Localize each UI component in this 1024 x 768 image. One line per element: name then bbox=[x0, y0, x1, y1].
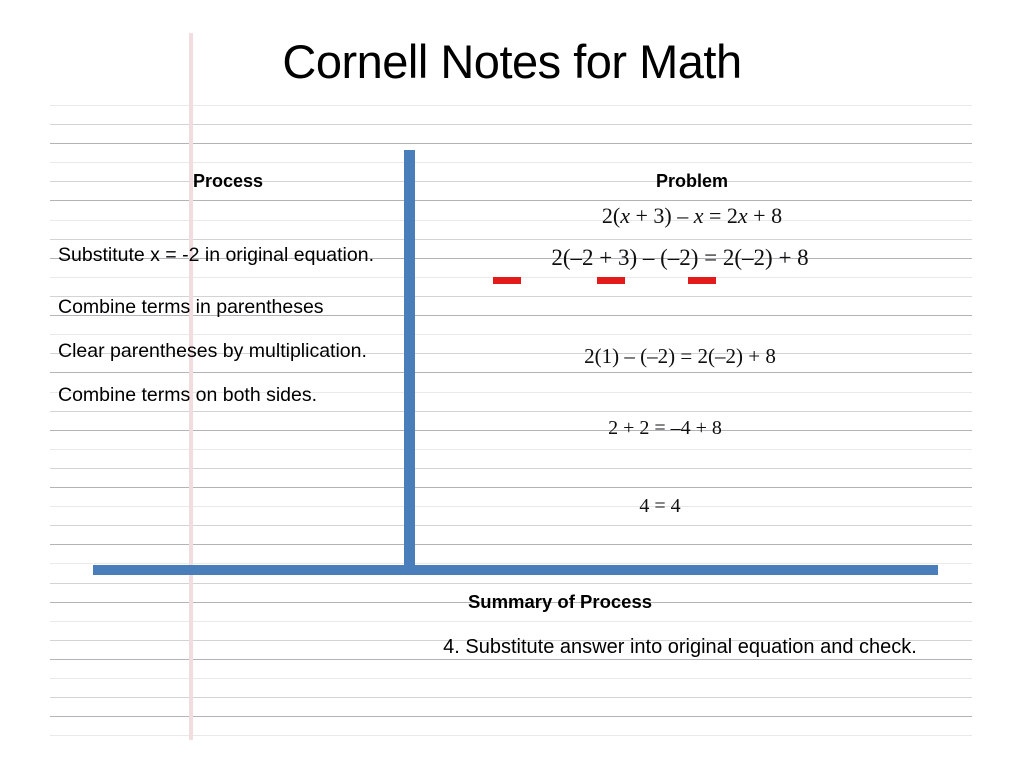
substituted-value-mark-3 bbox=[688, 277, 716, 284]
process-column-header: Process bbox=[192, 171, 264, 191]
equation-line-2: 2(–2 + 3) – (–2) = 2(–2) + 8 bbox=[551, 245, 809, 270]
process-step-2: Combine terms in parentheses bbox=[58, 296, 324, 318]
equation-line-5: 4 = 4 bbox=[639, 495, 681, 517]
process-step-1: Substitute x = -2 in original equation. bbox=[58, 244, 374, 266]
process-step-3: Clear parentheses by multiplication. bbox=[58, 340, 367, 362]
summary-body: 4. Substitute answer into original equat… bbox=[443, 636, 917, 658]
process-step-4: Combine terms on both sides. bbox=[58, 384, 318, 406]
problem-column-header: Problem bbox=[655, 171, 729, 191]
cornell-horizontal-divider bbox=[93, 565, 938, 575]
equation-line-4: 2 + 2 = –4 + 8 bbox=[608, 417, 722, 439]
page-title: Cornell Notes for Math bbox=[282, 35, 742, 88]
summary-title: Summary of Process bbox=[467, 591, 653, 612]
slide-canvas: Cornell Notes for Math Process Problem S… bbox=[0, 0, 1024, 768]
cornell-vertical-divider bbox=[404, 150, 415, 568]
equation-line-1: 2(x + 3) – x = 2x + 8 bbox=[601, 203, 783, 228]
substituted-value-mark-2 bbox=[597, 277, 625, 284]
substituted-value-mark-1 bbox=[493, 277, 521, 284]
equation-line-3: 2(1) – (–2) = 2(–2) + 8 bbox=[584, 344, 776, 368]
process-column: Substitute x = -2 in original equation. … bbox=[58, 240, 398, 410]
